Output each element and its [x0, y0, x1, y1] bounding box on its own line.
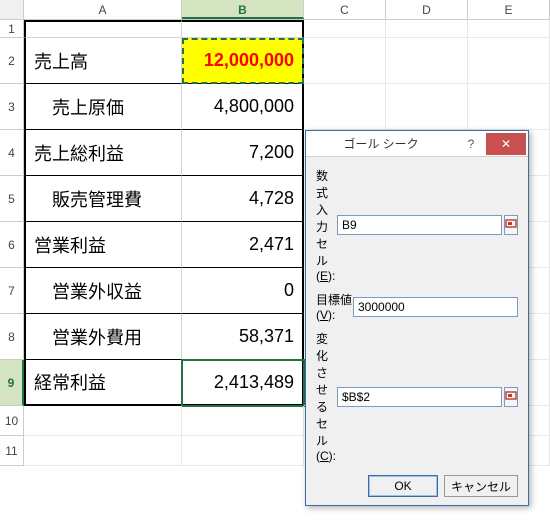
cell-B2[interactable]: 12,000,000: [182, 38, 304, 84]
cell-A4[interactable]: 売上総利益: [24, 130, 182, 176]
input-to-value[interactable]: [353, 297, 518, 317]
input-set-cell[interactable]: [337, 215, 502, 235]
cell-B7[interactable]: 0: [182, 268, 304, 314]
cancel-button[interactable]: キャンセル: [444, 475, 518, 497]
row-header-5[interactable]: 5: [0, 176, 24, 222]
cell-B5[interactable]: 4,728: [182, 176, 304, 222]
refedit-set-cell-icon[interactable]: [504, 215, 518, 235]
cell-B1[interactable]: [182, 20, 304, 38]
row-header-11[interactable]: 11: [0, 436, 24, 466]
cell-A3[interactable]: 売上原価: [24, 84, 182, 130]
cell-A5[interactable]: 販売管理費: [24, 176, 182, 222]
dialog-titlebar[interactable]: ゴール シーク ? ✕: [306, 131, 528, 157]
goal-seek-dialog: ゴール シーク ? ✕ 数式入力セル(E): 目標値(V): 変化させるセル(C…: [305, 130, 529, 506]
refedit-by-changing-icon[interactable]: [504, 387, 518, 407]
cell-B6[interactable]: 2,471: [182, 222, 304, 268]
row-header-7[interactable]: 7: [0, 268, 24, 314]
row-header-8[interactable]: 8: [0, 314, 24, 360]
label-to-value: 目標値(V):: [316, 291, 353, 322]
col-header-E[interactable]: E: [468, 0, 550, 19]
row-header-2[interactable]: 2: [0, 38, 24, 84]
cell-B10[interactable]: [182, 406, 304, 436]
row-header-6[interactable]: 6: [0, 222, 24, 268]
row-header-1[interactable]: 1: [0, 20, 24, 38]
dialog-body: 数式入力セル(E): 目標値(V): 変化させるセル(C): OK キャンセル: [306, 157, 528, 505]
row-header-3[interactable]: 3: [0, 84, 24, 130]
cell-B11[interactable]: [182, 436, 304, 466]
select-all-corner[interactable]: [0, 0, 24, 19]
cell-C1[interactable]: [304, 20, 386, 38]
label-by-changing: 変化させるセル(C):: [316, 330, 337, 463]
cell-A6[interactable]: 営業利益: [24, 222, 182, 268]
column-headers: A B C D E: [0, 0, 550, 20]
col-header-B[interactable]: B: [182, 0, 304, 19]
col-header-D[interactable]: D: [386, 0, 468, 19]
cell-B8[interactable]: 58,371: [182, 314, 304, 360]
cell-A1[interactable]: [24, 20, 182, 38]
cell-C3[interactable]: [304, 84, 386, 130]
label-set-cell: 数式入力セル(E):: [316, 167, 337, 283]
cell-A11[interactable]: [24, 436, 182, 466]
cell-C2[interactable]: [304, 38, 386, 84]
cell-A7[interactable]: 営業外収益: [24, 268, 182, 314]
cell-D1[interactable]: [386, 20, 468, 38]
cell-A10[interactable]: [24, 406, 182, 436]
help-button[interactable]: ?: [456, 137, 486, 151]
cell-D2[interactable]: [386, 38, 468, 84]
cell-B3[interactable]: 4,800,000: [182, 84, 304, 130]
input-by-changing[interactable]: [337, 387, 502, 407]
cell-E1[interactable]: [468, 20, 550, 38]
col-header-A[interactable]: A: [24, 0, 182, 19]
cell-B4[interactable]: 7,200: [182, 130, 304, 176]
cell-A9[interactable]: 経常利益: [24, 360, 182, 406]
col-header-C[interactable]: C: [304, 0, 386, 19]
row-header-9[interactable]: 9: [0, 360, 24, 406]
cell-A8[interactable]: 営業外費用: [24, 314, 182, 360]
cell-E3[interactable]: [468, 84, 550, 130]
cell-B9[interactable]: 2,413,489: [182, 360, 304, 406]
row-header-10[interactable]: 10: [0, 406, 24, 436]
cell-E2[interactable]: [468, 38, 550, 84]
cell-A2[interactable]: 売上高: [24, 38, 182, 84]
ok-button[interactable]: OK: [368, 475, 438, 497]
close-button[interactable]: ✕: [486, 133, 526, 155]
dialog-title: ゴール シーク: [306, 135, 456, 152]
cell-D3[interactable]: [386, 84, 468, 130]
row-header-4[interactable]: 4: [0, 130, 24, 176]
